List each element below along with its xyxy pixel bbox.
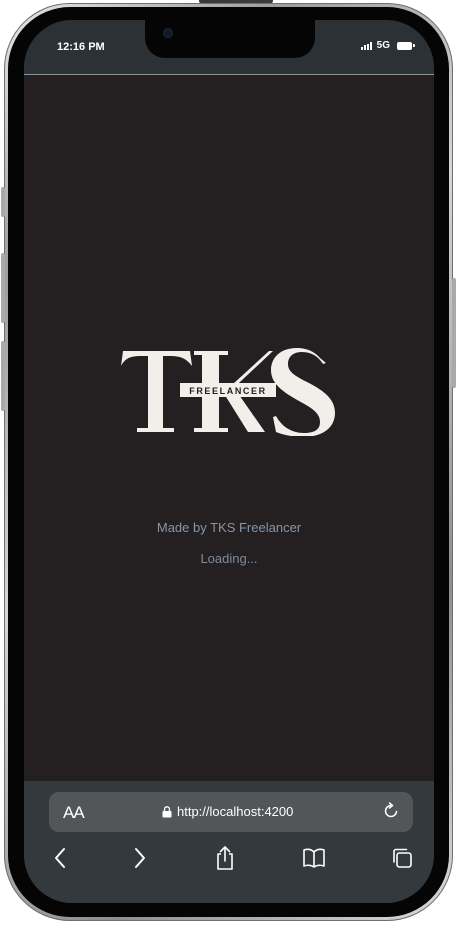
made-by-text: Made by TKS Freelancer bbox=[156, 520, 302, 535]
bookmarks-button[interactable] bbox=[301, 845, 327, 871]
status-indicators: 5G bbox=[360, 40, 415, 51]
address-bar[interactable]: AA http://localhost:4200 bbox=[49, 792, 413, 832]
battery-icon bbox=[397, 41, 415, 50]
back-icon bbox=[55, 848, 65, 868]
url-display[interactable]: http://localhost:4200 bbox=[162, 804, 293, 819]
reload-icon[interactable] bbox=[382, 802, 400, 820]
phone-screen: 12:16 PM 5G FREELANCER Made by TKS Freel… bbox=[24, 20, 434, 903]
speaker-grille bbox=[199, 0, 273, 3]
network-label: 5G bbox=[376, 40, 390, 51]
text-size-button[interactable]: AA bbox=[63, 803, 85, 823]
volume-down-button bbox=[1, 341, 5, 411]
lock-icon bbox=[162, 805, 172, 817]
tks-freelancer-logo: FREELANCER bbox=[121, 348, 335, 436]
status-bar: 12:16 PM 5G bbox=[24, 20, 434, 74]
notch bbox=[145, 20, 315, 58]
mute-switch bbox=[1, 187, 5, 217]
tabs-button[interactable] bbox=[389, 845, 415, 871]
logo-tagline: FREELANCER bbox=[189, 386, 267, 396]
bookmarks-icon bbox=[303, 848, 325, 868]
volume-up-button bbox=[1, 253, 5, 323]
forward-button[interactable] bbox=[127, 845, 153, 871]
status-time: 12:16 PM bbox=[57, 41, 105, 53]
signal-icon bbox=[360, 41, 372, 50]
tabs-icon bbox=[393, 848, 412, 868]
share-icon bbox=[217, 846, 233, 870]
back-button[interactable] bbox=[47, 845, 73, 871]
power-button bbox=[452, 278, 456, 388]
url-text: http://localhost:4200 bbox=[177, 804, 294, 819]
share-button[interactable] bbox=[212, 845, 238, 871]
browser-toolbar bbox=[24, 843, 434, 875]
front-camera bbox=[164, 29, 172, 37]
text-size-label: AA bbox=[63, 803, 85, 822]
browser-bottom-bar: AA http://localhost:4200 bbox=[24, 781, 434, 903]
forward-icon bbox=[135, 848, 145, 868]
status-divider bbox=[24, 74, 434, 75]
loading-text: Loading... bbox=[200, 551, 258, 566]
